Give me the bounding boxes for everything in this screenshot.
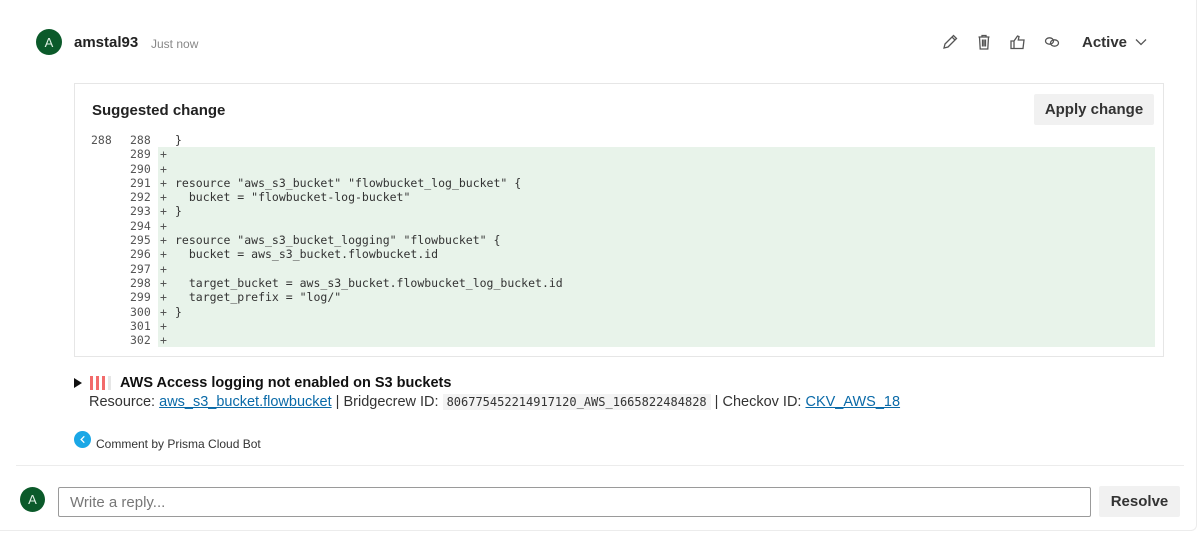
new-line-number: 294 bbox=[130, 218, 151, 233]
code-text: } bbox=[175, 133, 182, 147]
diff-line-added: 298 + target_bucket = aws_s3_bucket.flowb… bbox=[75, 275, 1155, 291]
new-line-number: 292 bbox=[130, 190, 151, 205]
diff-line-added: 293 +} bbox=[75, 204, 1155, 219]
reply-avatar: A bbox=[20, 487, 45, 512]
bridgecrew-id-label: Bridgecrew ID: bbox=[343, 394, 439, 410]
prisma-cloud-logo-icon bbox=[74, 431, 91, 448]
code-text: bucket = "flowbucket-log-bucket" bbox=[175, 190, 411, 205]
expand-toggle-icon[interactable] bbox=[74, 378, 82, 388]
resolve-button[interactable]: Resolve bbox=[1099, 486, 1180, 517]
diff-line-added: 296 + bucket = aws_s3_bucket.flowbucket.i… bbox=[75, 247, 1155, 262]
diff-sign: + bbox=[160, 175, 167, 190]
pencil-icon bbox=[943, 34, 958, 49]
new-line-number: 289 bbox=[130, 147, 151, 162]
old-line-number: 288 bbox=[91, 133, 112, 147]
status-label: Active bbox=[1082, 33, 1128, 51]
code-text: bucket = aws_s3_bucket.flowbucket.id bbox=[175, 247, 439, 262]
checkov-id-link[interactable]: CKV_AWS_18 bbox=[805, 394, 900, 410]
comment-thread: A amstal93 Just now Active Suggested cha… bbox=[0, 0, 1197, 531]
diff-line-added: 294 + bbox=[75, 218, 1155, 234]
diff-line-context: 288 288} bbox=[75, 133, 1155, 147]
diff-sign: + bbox=[160, 290, 167, 305]
diff-sign: + bbox=[160, 318, 167, 333]
trash-icon bbox=[978, 34, 990, 50]
finding: AWS Access logging not enabled on S3 buc… bbox=[74, 375, 900, 410]
code-text: resource "aws_s3_bucket_logging" "flowbu… bbox=[175, 233, 501, 248]
diff-line-added: 292 + bucket = "flowbucket-log-bucket" bbox=[75, 190, 1155, 205]
suggested-change-panel: Suggested change Apply change 288 288} 289… bbox=[74, 83, 1164, 357]
code-text: } bbox=[175, 204, 182, 219]
new-line-number: 297 bbox=[130, 261, 151, 276]
suggested-change-title: Suggested change bbox=[92, 102, 226, 119]
diff-sign: + bbox=[160, 275, 167, 290]
reply-input[interactable] bbox=[58, 487, 1091, 517]
diff-line-added: 295 + resource "aws_s3_bucket_logging" "fl… bbox=[75, 233, 1155, 248]
finding-detail: Resource: aws_s3_bucket.flowbucket | Bri… bbox=[89, 394, 900, 410]
bot-label: Comment by Prisma Cloud Bot bbox=[96, 437, 261, 451]
status-dropdown[interactable]: Active bbox=[1082, 34, 1147, 51]
diff-sign: + bbox=[160, 190, 167, 205]
diff-sign: + bbox=[160, 261, 167, 276]
comment-timestamp: Just now bbox=[151, 37, 199, 51]
new-line-number: 288 bbox=[130, 133, 151, 147]
code-text: target_prefix = "log/" bbox=[175, 290, 342, 305]
new-line-number: 300 bbox=[130, 304, 151, 319]
finding-title: AWS Access logging not enabled on S3 buc… bbox=[120, 375, 452, 391]
diff-sign: + bbox=[160, 247, 167, 262]
new-line-number: 302 bbox=[130, 333, 151, 348]
new-line-number: 301 bbox=[130, 318, 151, 333]
apply-change-button[interactable]: Apply change bbox=[1034, 94, 1154, 125]
new-line-number: 299 bbox=[130, 290, 151, 305]
diff-line-added: 291 + resource "aws_s3_bucket" "flowbucket… bbox=[75, 175, 1155, 191]
new-line-number: 295 bbox=[130, 233, 151, 248]
severity-indicator bbox=[90, 376, 114, 390]
severity-bar bbox=[108, 376, 111, 390]
diff-line-added: 299 + target_prefix = "log/" bbox=[75, 290, 1155, 305]
code-text: target_bucket = aws_s3_bucket.flowbucket… bbox=[175, 275, 563, 290]
diff-sign: + bbox=[160, 333, 167, 348]
divider bbox=[16, 465, 1184, 466]
new-line-number: 298 bbox=[130, 275, 151, 290]
thumbs-up-icon bbox=[1010, 35, 1025, 50]
like-button[interactable] bbox=[1006, 30, 1030, 54]
delete-button[interactable] bbox=[972, 30, 996, 54]
diff-line-added: 301 + bbox=[75, 318, 1155, 334]
copy-link-button[interactable] bbox=[1040, 30, 1064, 54]
diff-sign: + bbox=[160, 233, 167, 248]
diff-sign: + bbox=[160, 147, 167, 162]
severity-bar bbox=[90, 376, 93, 390]
checkov-id-label: Checkov ID: bbox=[722, 394, 802, 410]
diff-line-added: 302 + bbox=[75, 333, 1155, 348]
author-name: amstal93 bbox=[74, 34, 139, 51]
resource-link[interactable]: aws_s3_bucket.flowbucket bbox=[159, 394, 332, 410]
severity-bar bbox=[102, 376, 105, 390]
comment-actions: Active bbox=[938, 30, 1147, 54]
diff-sign: + bbox=[160, 304, 167, 319]
code-text: } bbox=[175, 304, 182, 319]
author-avatar: A bbox=[36, 29, 62, 55]
link-icon bbox=[1044, 37, 1060, 47]
diff-sign: + bbox=[160, 161, 167, 176]
severity-bar bbox=[96, 376, 99, 390]
new-line-number: 296 bbox=[130, 247, 151, 262]
code-text: resource "aws_s3_bucket" "flowbucket_log… bbox=[175, 175, 522, 190]
new-line-number: 293 bbox=[130, 204, 151, 219]
bot-attribution: Comment by Prisma Cloud Bot bbox=[74, 428, 261, 451]
edit-button[interactable] bbox=[938, 30, 962, 54]
new-line-number: 291 bbox=[130, 175, 151, 190]
bridgecrew-id: 806775452214917120_AWS_1665822484828 bbox=[442, 394, 711, 410]
diff-line-added: 290 + bbox=[75, 161, 1155, 176]
diff-sign: + bbox=[160, 204, 167, 219]
diff-line-added: 297 + bbox=[75, 261, 1155, 276]
resource-label: Resource: bbox=[89, 394, 156, 410]
separator: | bbox=[714, 394, 719, 410]
separator: | bbox=[335, 394, 340, 410]
diff-line-added: 300 +} bbox=[75, 304, 1155, 319]
diff-line-added: 289 + bbox=[75, 147, 1155, 162]
chevron-down-icon bbox=[1135, 39, 1147, 46]
new-line-number: 290 bbox=[130, 161, 151, 176]
diff-sign: + bbox=[160, 218, 167, 233]
diff-code-block: 288 288} 289 +290 +291 + resource "aws_s3_buck… bbox=[75, 133, 1155, 348]
